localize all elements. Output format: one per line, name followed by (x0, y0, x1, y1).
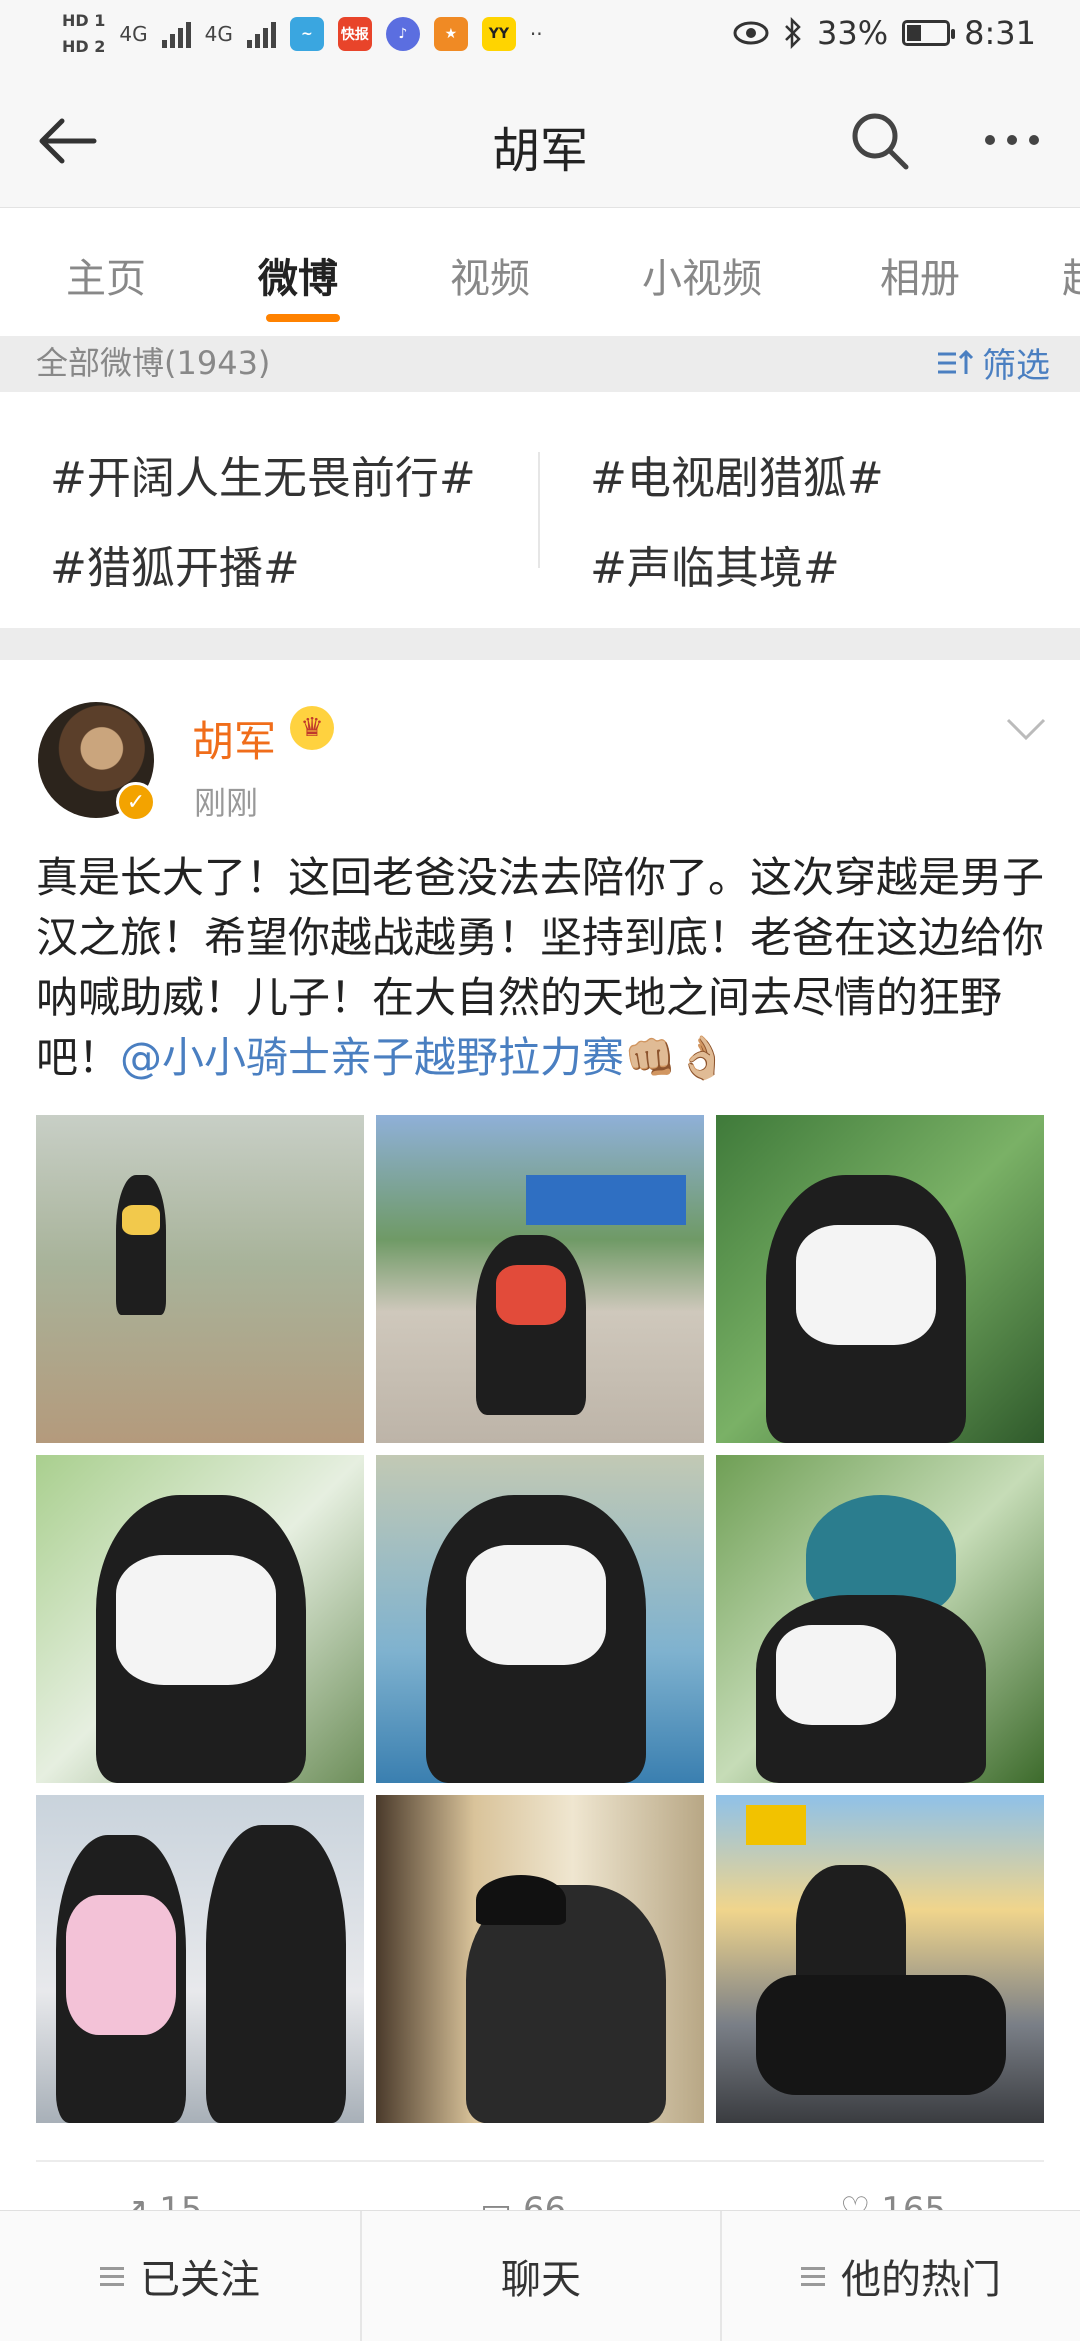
more-notifications-icon: ·· (529, 22, 543, 46)
battery-percent: 33% (817, 14, 889, 52)
photo-thumbnail[interactable] (376, 1455, 704, 1783)
profile-bottom-bar: 已关注 聊天 他的热门 (0, 2210, 1080, 2341)
signal-icon (161, 20, 191, 48)
post-emojis: 👊🏼👌🏼 (624, 1033, 729, 1082)
active-tab-indicator (266, 314, 340, 322)
fish-app-icon: ~ (289, 17, 324, 51)
kuaibao-app-icon: 快报 (337, 17, 372, 51)
photo-thumbnail[interactable] (36, 1115, 364, 1443)
topic-link[interactable]: #声临其境# (590, 532, 840, 596)
eye-icon (733, 21, 769, 45)
filter-label: 筛选 (982, 346, 1050, 386)
battery-icon (902, 20, 956, 46)
yy-app-icon: YY (481, 17, 516, 51)
more-dot-icon (1029, 135, 1039, 145)
network-type-1: 4G (119, 22, 148, 46)
photo-thumbnail[interactable] (36, 1795, 364, 2123)
more-dot-icon (985, 135, 995, 145)
filter-button[interactable]: 筛选 (936, 338, 1050, 387)
menu-lines-icon (801, 2266, 825, 2286)
hd1-label: HD 1 (62, 11, 106, 30)
music-app-icon: ♪ (385, 17, 420, 51)
tab-album[interactable]: 相册 (880, 246, 960, 304)
more-dot-icon (1007, 135, 1017, 145)
bluetooth-icon (785, 17, 801, 49)
topic-link[interactable]: #电视剧猎狐# (590, 442, 884, 506)
tab-short-videos[interactable]: 小视频 (642, 246, 762, 304)
hd2-label: HD 2 (62, 37, 106, 56)
verified-badge-icon: ✓ (116, 782, 156, 822)
weibo-post: ✓ 胡军 ♛ 刚刚 真是长大了！这回老爸没法去陪你了。这次穿越是男子汉之旅！希望… (0, 660, 1080, 2230)
post-filter-bar: 全部微博(1943) 筛选 (0, 336, 1080, 392)
search-button[interactable] (848, 109, 912, 173)
topic-link[interactable]: #猎狐开播# (50, 532, 300, 596)
post-action-divider (36, 2160, 1044, 2162)
top-nav-bar: 胡军 (0, 75, 1080, 208)
post-author[interactable]: 胡军 (192, 708, 276, 769)
filter-icon (938, 349, 974, 374)
photo-thumbnail[interactable] (376, 1115, 704, 1443)
section-divider (0, 628, 1080, 660)
chat-button[interactable]: 聊天 (362, 2211, 720, 2341)
tab-videos[interactable]: 视频 (450, 246, 530, 304)
network-type-2: 4G (204, 22, 233, 46)
post-body: 真是长大了！这回老爸没法去陪你了。这次穿越是男子汉之旅！希望你越战越勇！坚持到底… (36, 848, 1046, 1088)
tab-weibo[interactable]: 微博 (258, 246, 338, 304)
chat-label: 聊天 (501, 2257, 581, 2303)
photo-thumbnail[interactable] (716, 1115, 1044, 1443)
photo-grid (36, 1115, 1044, 2123)
pinned-topics: #开阔人生无畏前行# #电视剧猎狐# #猎狐开播# #声临其境# (0, 392, 1080, 628)
vip-crown-icon: ♛ (290, 706, 334, 750)
search-icon (852, 113, 909, 170)
signal-icon-2 (246, 20, 276, 48)
more-options-button[interactable] (972, 115, 1052, 165)
hot-posts-label: 他的热门 (841, 2257, 1001, 2303)
followed-label: 已关注 (140, 2257, 260, 2303)
tab-home[interactable]: 主页 (66, 246, 146, 304)
followed-button[interactable]: 已关注 (0, 2211, 360, 2341)
clock: 8:31 (964, 14, 1036, 52)
hd-voice-indicator: HD 1 HD 2 (62, 8, 105, 60)
profile-tabs: 主页 微博 视频 小视频 相册 超 (0, 208, 1080, 336)
status-bar: HD 1 HD 2 4G 4G ~ 快报 ♪ ★ YY ·· 33% 8:31 (0, 0, 1080, 75)
photo-thumbnail[interactable] (716, 1795, 1044, 2123)
photo-thumbnail[interactable] (716, 1455, 1044, 1783)
all-posts-count: 全部微博(1943) (36, 344, 271, 382)
photo-thumbnail[interactable] (376, 1795, 704, 2123)
topic-divider (538, 452, 540, 568)
menu-lines-icon (100, 2266, 124, 2286)
chevron-down-icon (1006, 718, 1046, 741)
tab-super-topic[interactable]: 超 (1062, 246, 1080, 304)
topic-link[interactable]: #开阔人生无畏前行# (50, 442, 476, 506)
mention-link[interactable]: @小小骑士亲子越野拉力赛 (120, 1033, 624, 1082)
battery-level-fill (907, 25, 921, 41)
hot-posts-button[interactable]: 他的热门 (722, 2211, 1080, 2341)
game-app-icon: ★ (433, 17, 468, 51)
post-menu-button[interactable] (1004, 714, 1048, 744)
photo-thumbnail[interactable] (36, 1455, 364, 1783)
page-title: 胡军 (491, 123, 588, 179)
post-time: 刚刚 (194, 784, 259, 822)
